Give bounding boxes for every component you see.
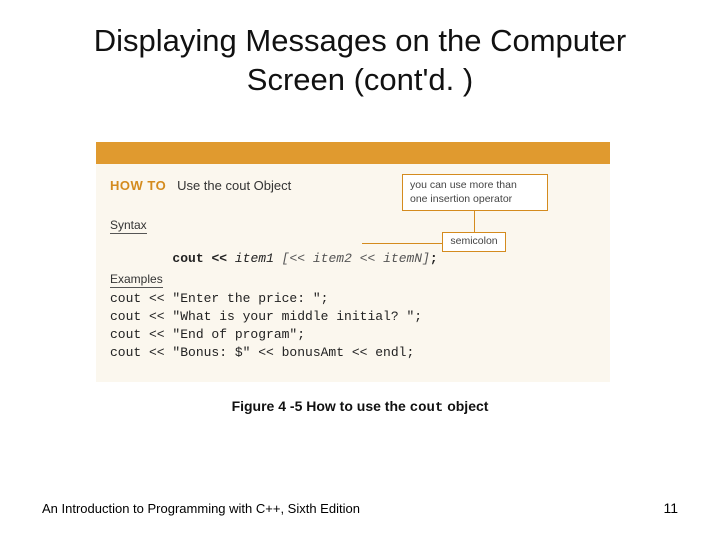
caption-prefix: Figure 4 -5 How to use the (232, 398, 410, 414)
syntax-op: << (204, 251, 235, 266)
footer-book-title: An Introduction to Programming with C++,… (42, 501, 360, 516)
callout-semicolon: semicolon (442, 232, 506, 252)
title-line-1: Displaying Messages on the Computer (94, 23, 626, 58)
syntax-optional: [<< item2 << itemN] (274, 251, 430, 266)
page-number: 11 (663, 500, 678, 516)
example-line-2: cout << "What is your middle initial? "; (110, 309, 422, 324)
syntax-cout: cout (172, 251, 203, 266)
examples-heading: Examples (110, 272, 163, 288)
syntax-heading: Syntax (110, 218, 147, 234)
slide-title: Displaying Messages on the Computer Scre… (0, 22, 720, 100)
howto-label: HOW TO (110, 178, 166, 193)
figure-panel: HOW TO Use the cout Object Syntax cout <… (96, 164, 610, 382)
example-line-3: cout << "End of program"; (110, 327, 305, 342)
connector-semicolon (362, 243, 442, 244)
connector-main (474, 210, 475, 232)
title-line-2: Screen (cont'd. ) (247, 62, 473, 97)
figure-caption: Figure 4 -5 How to use the cout object (0, 398, 720, 416)
howto-text: Use the cout Object (177, 178, 291, 193)
caption-code: cout (410, 400, 444, 416)
example-line-4: cout << "Bonus: $" << bonusAmt << endl; (110, 345, 414, 360)
examples-block: cout << "Enter the price: "; cout << "Wh… (110, 290, 422, 362)
caption-suffix: object (443, 398, 488, 414)
callout-line-1: you can use more than (410, 179, 517, 191)
callout-insertion-operator: you can use more than one insertion oper… (402, 174, 548, 211)
syntax-semicolon: ; (430, 251, 438, 266)
howto-line: HOW TO Use the cout Object (110, 178, 291, 193)
syntax-item1: item1 (235, 251, 274, 266)
slide: Displaying Messages on the Computer Scre… (0, 0, 720, 540)
example-line-1: cout << "Enter the price: "; (110, 291, 328, 306)
callout-line-2: one insertion operator (410, 193, 512, 205)
figure-header-bar (96, 142, 610, 164)
figure-box: HOW TO Use the cout Object Syntax cout <… (96, 142, 610, 382)
